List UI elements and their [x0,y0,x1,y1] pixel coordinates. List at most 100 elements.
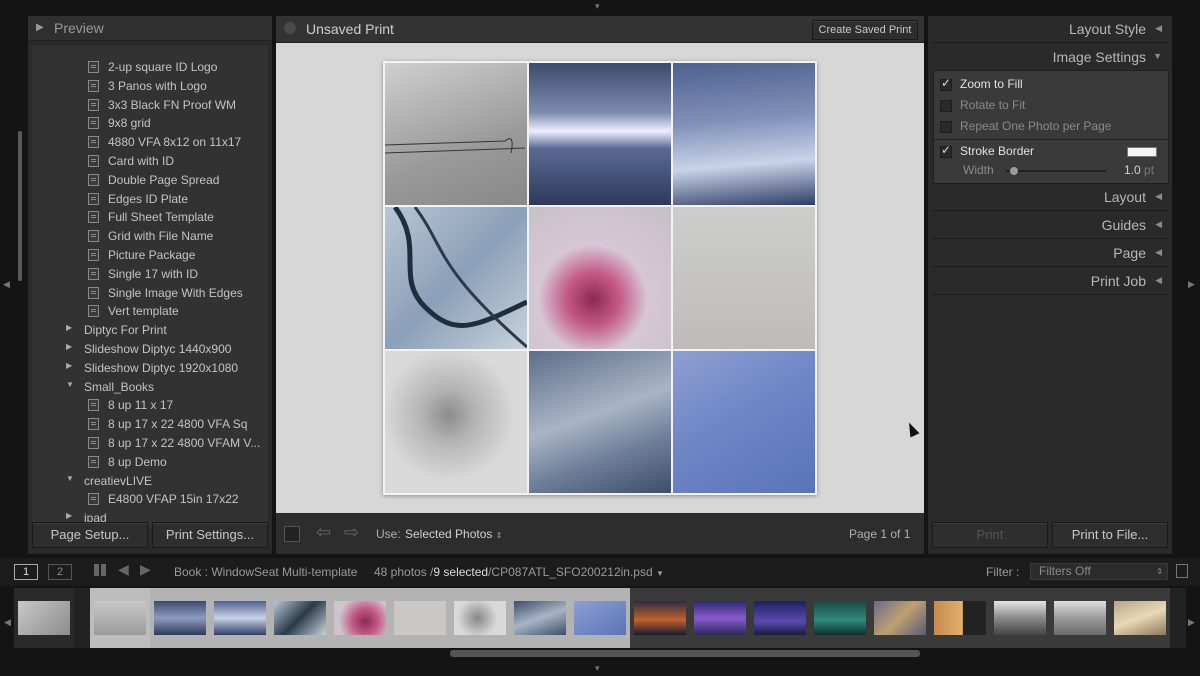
filmstrip-thumb[interactable] [210,588,270,648]
template-folder[interactable]: ▼ Small_Books [32,380,268,398]
filmstrip-thumb[interactable] [150,588,210,648]
template-item[interactable]: 4880 VFA 8x12 on 11x17 [32,135,268,153]
template-item[interactable]: Card with ID [32,154,268,172]
template-folder[interactable]: ▶ Slideshow Diptyc 1920x1080 [32,361,268,379]
folder-expanded-icon[interactable]: ▼ [66,380,74,389]
guides-header[interactable]: Guides ◀ [932,212,1168,239]
source-path[interactable]: Book : WindowSeat Multi-template [174,565,357,579]
filter-lock-icon[interactable] [1176,564,1188,578]
left-panel-toggle-icon[interactable]: ◀ [3,280,10,289]
filmstrip-thumb[interactable] [750,588,810,648]
stroke-color-swatch[interactable] [1127,147,1157,157]
width-value[interactable]: 1.0 pt [1124,163,1154,177]
filmstrip-thumb[interactable] [510,588,570,648]
template-item[interactable]: 2-up square ID Logo [32,60,268,78]
filmstrip-right-icon[interactable]: ▶ [1188,618,1195,627]
folder-collapsed-icon[interactable]: ▶ [66,323,72,332]
create-saved-print-button[interactable]: Create Saved Print [812,20,918,40]
filter-dropdown[interactable]: Filters Off ⇕ [1030,563,1168,580]
photo-cell[interactable] [384,63,527,205]
print-to-file-button[interactable]: Print to File... [1052,522,1168,548]
template-item[interactable]: Full Sheet Template [32,210,268,228]
primary-window-button[interactable]: 1 [14,564,38,580]
filmstrip-thumb[interactable] [450,588,510,648]
template-item[interactable]: 9x8 grid [32,116,268,134]
forward-arrow-icon[interactable]: ▶ [140,561,151,578]
selection-info[interactable]: 48 photos /9 selected/CP087ATL_SFO200212… [374,565,664,579]
stroke-border-option[interactable]: Stroke Border [940,143,1120,162]
zoom-to-fill-option[interactable]: Zoom to Fill [940,76,1160,95]
previous-page-icon[interactable]: ⇦ [316,522,331,543]
template-item[interactable]: Edges ID Plate [32,192,268,210]
filmstrip-thumb[interactable] [1050,588,1110,648]
width-slider-thumb[interactable] [1010,167,1018,175]
filmstrip-thumb[interactable] [690,588,750,648]
layout-style-header[interactable]: Layout Style ◀ [932,16,1168,43]
folder-expanded-icon[interactable]: ▼ [66,474,74,483]
template-item[interactable]: Vert template [32,304,268,322]
template-item[interactable]: 8 up 17 x 22 4800 VFAM V... [32,436,268,454]
filmstrip-thumb[interactable] [870,588,930,648]
stroke-border-checkbox[interactable] [940,143,952,158]
photo-cell[interactable] [385,351,527,493]
zoom-to-fill-checkbox[interactable] [940,76,952,91]
filmstrip-scrollbar[interactable] [450,650,920,657]
filmstrip-thumb[interactable] [270,588,330,648]
image-settings-header[interactable]: Image Settings ▼ [932,44,1168,71]
template-item[interactable]: 3x3 Black FN Proof WM [32,98,268,116]
filmstrip-thumb[interactable] [810,588,870,648]
filmstrip-thumb[interactable] [630,588,690,648]
photo-cell[interactable] [529,351,671,493]
rotate-to-fit-option[interactable]: Rotate to Fit [940,98,1160,116]
back-arrow-icon[interactable]: ◀ [118,561,129,578]
filmstrip-thumb[interactable] [390,588,450,648]
filmstrip-thumb[interactable] [570,588,630,648]
page-header[interactable]: Page ◀ [932,240,1168,267]
template-item[interactable]: Single 17 with ID [32,267,268,285]
template-item[interactable]: Single Image With Edges [32,286,268,304]
secondary-window-button[interactable]: 2 [48,564,72,580]
template-item[interactable]: E4800 VFAP 15in 17x22 [32,492,268,510]
photo-cell[interactable] [673,63,815,205]
preview-header[interactable]: ▶ Preview [28,16,272,41]
filmstrip-thumb[interactable] [990,588,1050,648]
photo-cell[interactable] [529,63,671,205]
menu-icon[interactable] [284,22,296,34]
photo-cell[interactable] [673,351,815,493]
repeat-one-photo-checkbox[interactable] [940,121,952,133]
template-item[interactable]: 8 up 17 x 22 4800 VFA Sq [32,417,268,435]
template-item[interactable]: 8 up Demo [32,455,268,473]
filmstrip-thumb[interactable] [14,588,74,648]
filmstrip-thumb[interactable] [90,588,150,648]
template-item[interactable]: Picture Package [32,248,268,266]
use-dropdown[interactable]: Selected Photos ⇕ [405,527,502,541]
template-item[interactable]: 8 up 11 x 17 [32,398,268,416]
folder-collapsed-icon[interactable]: ▶ [66,342,72,351]
grid-view-icon[interactable] [94,564,106,576]
photo-cell[interactable] [385,205,529,349]
print-button[interactable]: Print [932,522,1048,548]
print-job-header[interactable]: Print Job ◀ [932,268,1168,295]
right-panel-toggle-icon[interactable]: ▶ [1188,280,1195,289]
left-scrollbar[interactable] [18,131,22,281]
photo-cell[interactable] [529,207,671,349]
template-folder[interactable]: ▶ Diptyc For Print [32,323,268,341]
folder-collapsed-icon[interactable]: ▶ [66,361,72,370]
next-page-icon[interactable]: ⇨ [344,522,359,543]
photo-cell[interactable] [673,207,815,349]
rotate-to-fit-checkbox[interactable] [940,100,952,112]
filmstrip-left-icon[interactable]: ◀ [4,618,11,627]
draw-mode-icon[interactable] [284,526,300,542]
template-item[interactable]: Double Page Spread [32,173,268,191]
template-folder[interactable]: ▶ Slideshow Diptyc 1440x900 [32,342,268,360]
page-setup-button[interactable]: Page Setup... [32,522,148,548]
folder-collapsed-icon[interactable]: ▶ [66,511,72,520]
filmstrip-thumb[interactable] [330,588,390,648]
layout-header[interactable]: Layout ◀ [932,184,1168,211]
print-settings-button[interactable]: Print Settings... [152,522,268,548]
template-folder[interactable]: ▼ creatievLIVE [32,474,268,492]
width-slider[interactable] [1006,167,1106,175]
filmstrip-thumb[interactable] [1110,588,1170,648]
repeat-one-photo-option[interactable]: Repeat One Photo per Page [940,119,1160,137]
template-item[interactable]: Grid with File Name [32,229,268,247]
